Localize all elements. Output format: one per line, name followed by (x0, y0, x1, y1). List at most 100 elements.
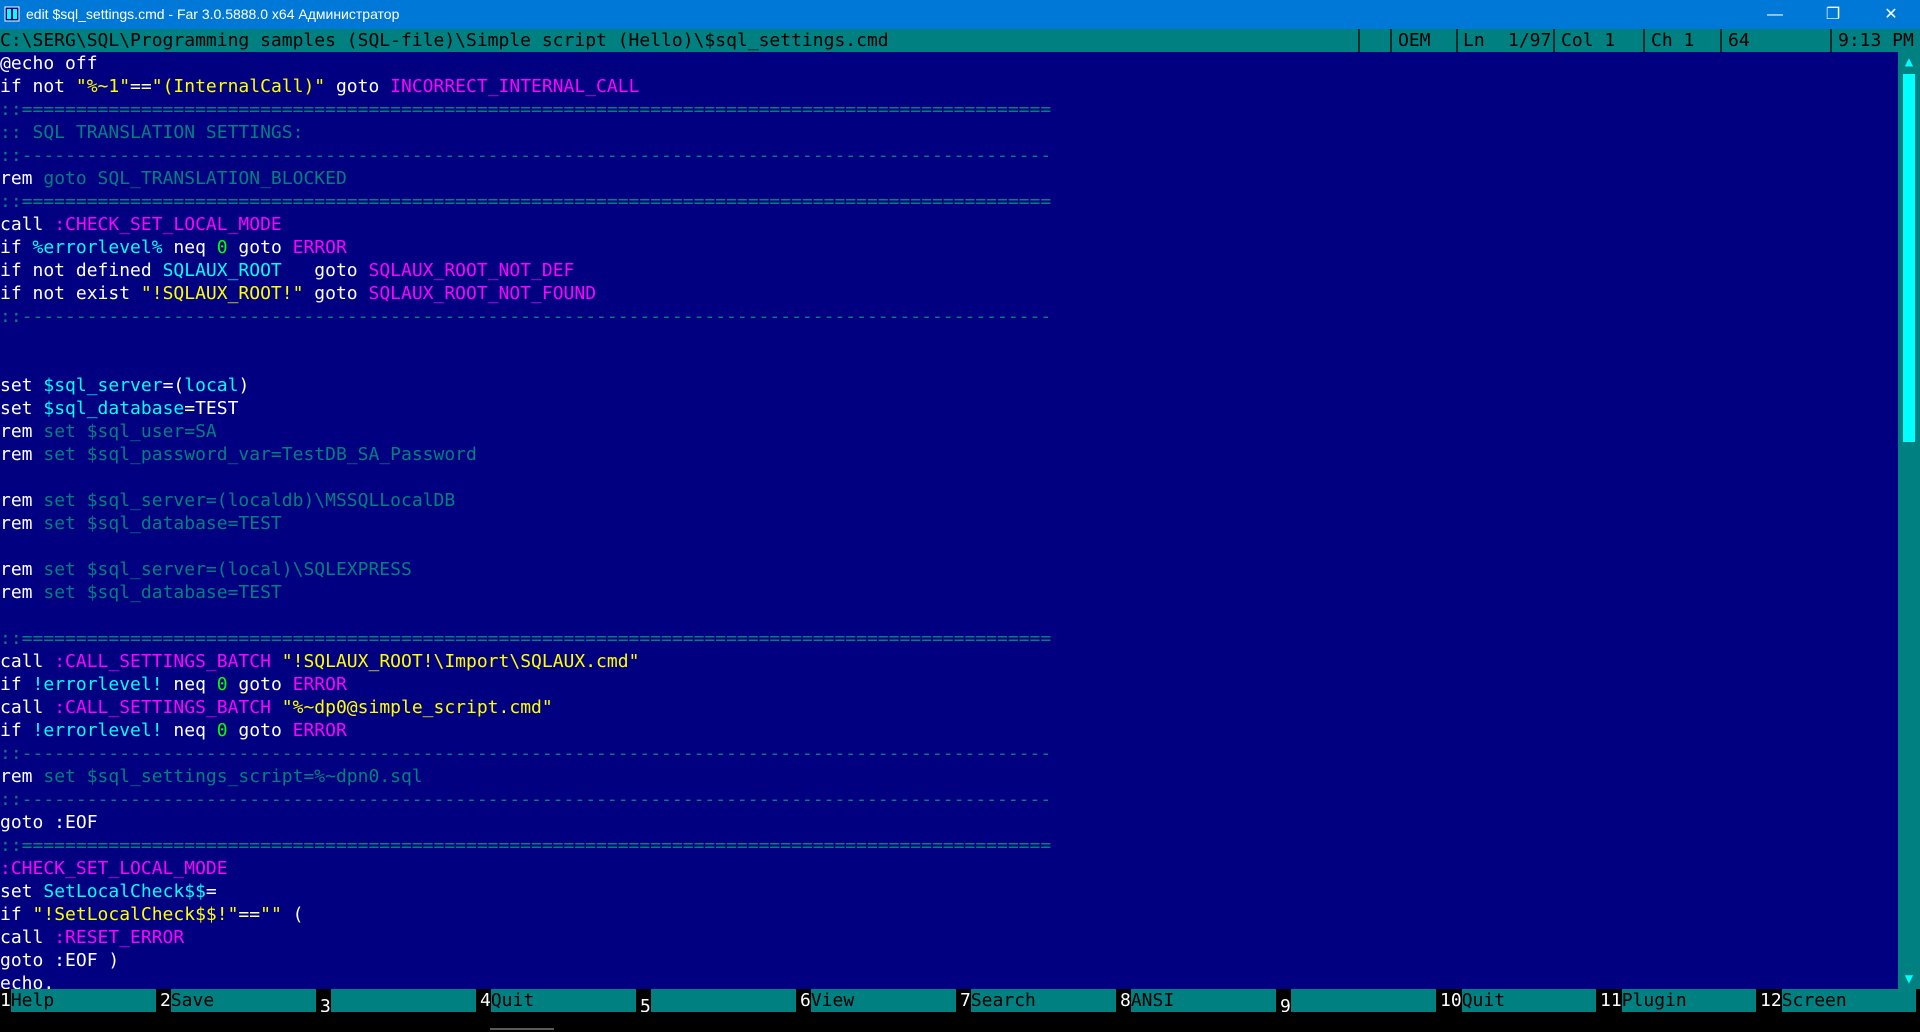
code-line[interactable]: rem set $sql_user=SA (0, 420, 217, 443)
code-line[interactable]: :CHECK_SET_LOCAL_MODE (0, 857, 228, 880)
code-line[interactable]: rem goto SQL_TRANSLATION_BLOCKED (0, 167, 347, 190)
code-line[interactable]: ::======================================… (0, 627, 1051, 650)
code-line[interactable]: if !errorlevel! neq 0 goto ERROR (0, 673, 347, 696)
code-line[interactable]: call :CALL_SETTINGS_BATCH "%~dp0@simple_… (0, 696, 553, 719)
fkey-number: 2 (160, 990, 171, 1011)
code-token: set $sql_password_var=TestDB_SA_Password (43, 444, 477, 465)
fkey-label (650, 989, 796, 1012)
fkey-5[interactable]: 5 (640, 989, 800, 1017)
code-line[interactable]: set $sql_database=TEST (0, 397, 238, 420)
fkey-label (330, 989, 476, 1012)
fkey-label: Search (970, 989, 1116, 1012)
code-line[interactable]: if not "%~1"=="(InternalCall)" goto INCO… (0, 75, 639, 98)
code-token: :CHECK_SET_LOCAL_MODE (54, 214, 282, 235)
code-line[interactable]: goto :EOF ) (0, 949, 119, 972)
code-token: $sql_database (43, 398, 185, 419)
code-line[interactable]: rem set $sql_password_var=TestDB_SA_Pass… (0, 443, 477, 466)
code-line[interactable]: goto :EOF (0, 811, 98, 834)
fkey-6[interactable]: 6View (800, 989, 960, 1012)
vertical-scrollbar[interactable]: ▲ ▼ (1898, 52, 1920, 989)
window-title: edit $sql_settings.cmd - Far 3.0.5888.0 … (26, 6, 400, 22)
code-token: == (238, 904, 261, 925)
code-line[interactable]: ::======================================… (0, 98, 1051, 121)
code-line[interactable]: if "!SetLocalCheck$$!"=="" ( (0, 903, 303, 926)
code-token: call (0, 697, 55, 718)
scroll-down-arrow-icon[interactable]: ▼ (1898, 969, 1920, 989)
code-token: "!SQLAUX_ROOT!\Import\SQLAUX.cmd" (281, 651, 640, 672)
restore-icon: ❐ (1825, 6, 1841, 23)
code-token: ::--------------------------------------… (0, 145, 1052, 166)
code-token: goto (325, 76, 391, 97)
code-token: "(InternalCall)" (151, 76, 326, 97)
code-token: set $sql_server=(local)\SQLEXPRESS (43, 559, 412, 580)
fkey-7[interactable]: 7Search (960, 989, 1120, 1012)
code-line[interactable]: rem set $sql_server=(local)\SQLEXPRESS (0, 558, 412, 581)
code-line[interactable]: ::======================================… (0, 190, 1051, 213)
fkey-11[interactable]: 11Plugin (1600, 989, 1760, 1012)
code-line[interactable]: set SetLocalCheck$$= (0, 880, 217, 903)
code-line[interactable]: rem set $sql_database=TEST (0, 512, 282, 535)
code-line[interactable]: rem set $sql_settings_script=%~dpn0.sql (0, 765, 423, 788)
code-token: call (0, 214, 55, 235)
fkey-1[interactable]: 1Help (0, 989, 160, 1012)
code-token: =( (162, 375, 185, 396)
status-separator (1358, 29, 1360, 52)
window-titlebar[interactable]: edit $sql_settings.cmd - Far 3.0.5888.0 … (0, 0, 1920, 29)
fkey-number: 4 (480, 990, 491, 1011)
fkey-10[interactable]: 10Quit (1440, 989, 1600, 1012)
fkey-4[interactable]: 4Quit (480, 989, 640, 1012)
fkey-12[interactable]: 12Screen (1760, 989, 1920, 1012)
code-token: ::======================================… (0, 99, 1052, 120)
code-line[interactable]: echo. (0, 972, 54, 989)
code-line[interactable]: rem set $sql_server=(localdb)\MSSQLLocal… (0, 489, 455, 512)
code-token: rem (0, 513, 44, 534)
code-token: rem (0, 559, 44, 580)
code-token: if not (0, 76, 76, 97)
code-line[interactable]: call :CHECK_SET_LOCAL_MODE (0, 213, 282, 236)
code-line[interactable]: if !errorlevel! neq 0 goto ERROR (0, 719, 347, 742)
code-token: ERROR (292, 237, 347, 258)
scroll-up-arrow-icon[interactable]: ▲ (1898, 52, 1920, 72)
clock: 9:13 PM (1838, 30, 1914, 51)
code-line[interactable]: if %errorlevel% neq 0 goto ERROR (0, 236, 347, 259)
code-line[interactable]: :: SQL TRANSLATION SETTINGS: (0, 121, 303, 144)
close-button[interactable]: ✕ (1862, 0, 1920, 29)
code-token: if (0, 720, 33, 741)
editor-text-area[interactable]: @echo off if not "%~1"=="(InternalCall)" … (0, 52, 1898, 989)
cursor-underline (490, 1028, 554, 1030)
scroll-thumb[interactable] (1903, 74, 1915, 442)
fkey-8[interactable]: 8ANSI (1120, 989, 1280, 1012)
code-token: 0 (216, 674, 228, 695)
code-line[interactable]: if not exist "!SQLAUX_ROOT!" goto SQLAUX… (0, 282, 596, 305)
code-token: :CALL_SETTINGS_BATCH (54, 697, 271, 718)
code-token: SQLAUX_ROOT_NOT_FOUND (368, 283, 597, 304)
fkey-2[interactable]: 2Save (160, 989, 320, 1012)
code-line[interactable]: ::--------------------------------------… (0, 742, 1051, 765)
code-line[interactable]: if not defined SQLAUX_ROOT goto SQLAUX_R… (0, 259, 574, 282)
code-token: neq (162, 237, 217, 258)
code-line[interactable]: @echo off (0, 52, 98, 75)
code-line[interactable]: ::--------------------------------------… (0, 305, 1051, 328)
fkey-3[interactable]: 3 (320, 989, 480, 1017)
fkey-9[interactable]: 9 (1280, 989, 1440, 1017)
code-line[interactable]: call :RESET_ERROR (0, 926, 184, 949)
code-line[interactable]: ::--------------------------------------… (0, 788, 1051, 811)
code-token: set $sql_settings_script=%~dpn0.sql (43, 766, 423, 787)
code-line[interactable]: call :CALL_SETTINGS_BATCH "!SQLAUX_ROOT!… (0, 650, 639, 673)
code-token: ::======================================… (0, 191, 1052, 212)
code-line[interactable]: ::======================================… (0, 834, 1051, 857)
fkey-number: 12 (1760, 990, 1782, 1011)
editor-status-line: C:\SERG\SQL\Programming samples (SQL-fil… (0, 29, 1920, 52)
code-line[interactable]: rem set $sql_database=TEST (0, 581, 282, 604)
minimize-button[interactable]: — (1746, 0, 1804, 29)
code-line[interactable]: set $sql_server=(local) (0, 374, 249, 397)
codepage-indicator[interactable]: OEM (1398, 29, 1431, 52)
code-token: :CALL_SETTINGS_BATCH (54, 651, 271, 672)
code-token: if (0, 237, 33, 258)
code-line[interactable]: ::--------------------------------------… (0, 144, 1051, 167)
restore-button[interactable]: ❐ (1804, 0, 1862, 29)
fkey-number: 6 (800, 990, 811, 1011)
code-token: :RESET_ERROR (54, 927, 185, 948)
code-token: if not defined (0, 260, 163, 281)
